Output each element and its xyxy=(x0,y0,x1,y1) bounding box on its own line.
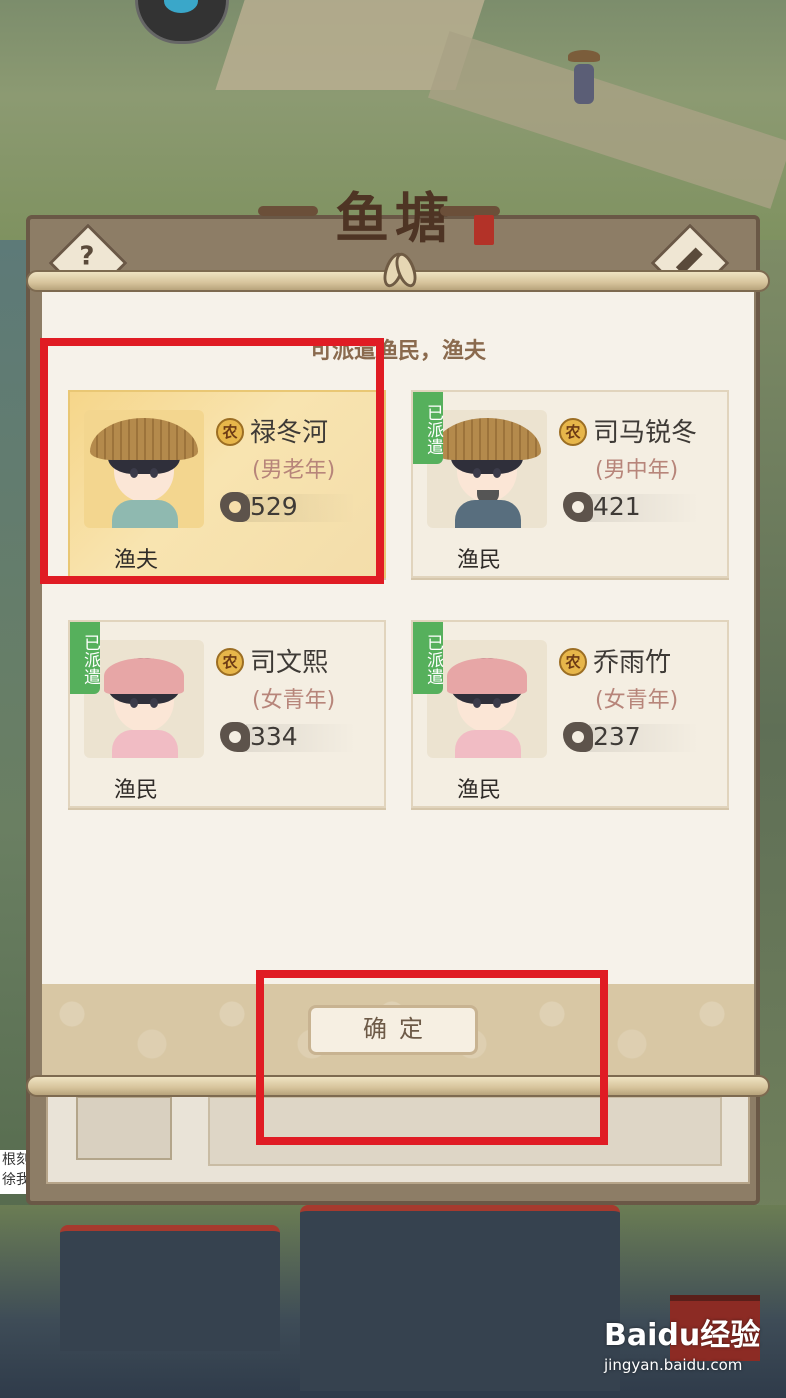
help-icon: ? xyxy=(79,241,95,272)
watermark-logo: Baidu经验 xyxy=(604,1318,761,1353)
nong-badge-icon: 农 xyxy=(559,418,587,446)
highlight-box-selected-card xyxy=(40,338,384,584)
dispatched-tag: 已派遣 xyxy=(413,622,443,694)
power-icon xyxy=(563,492,593,522)
worker-name: 司马锐冬 xyxy=(593,418,698,448)
worker-portrait xyxy=(427,410,547,528)
worker-name: 乔雨竹 xyxy=(593,648,672,678)
worker-card[interactable]: 已派遣 农 乔雨竹 (女青年) 237 渔民 xyxy=(411,620,729,808)
worker-card[interactable]: 已派遣 农 司马锐冬 (男中年) 421 渔民 xyxy=(411,390,729,578)
worker-portrait xyxy=(427,640,547,758)
worker-role: 渔民 xyxy=(114,778,159,803)
baidu-jingyan-watermark: Baidu经验 jingyan.baidu.com xyxy=(604,1310,784,1390)
title-swirl-left xyxy=(258,206,318,216)
knot-icon xyxy=(385,252,415,286)
power-icon xyxy=(563,722,593,752)
nong-badge-icon: 农 xyxy=(559,648,587,676)
worker-card[interactable]: 已派遣 农 司文熙 (女青年) 334 渔民 xyxy=(68,620,386,808)
worker-power: 334 xyxy=(250,722,298,751)
power-icon xyxy=(220,722,250,752)
watermark-url: jingyan.baidu.com xyxy=(604,1356,743,1374)
villager-sprite[interactable] xyxy=(566,50,602,110)
worker-portrait xyxy=(84,640,204,758)
worker-name: 司文熙 xyxy=(250,648,329,678)
dispatched-tag: 已派遣 xyxy=(413,392,443,464)
dispatched-tag: 已派遣 xyxy=(70,622,100,694)
worker-role: 渔民 xyxy=(457,778,502,803)
worker-role: 渔民 xyxy=(457,548,502,573)
title-seal-stamp xyxy=(474,215,494,245)
scene-right-edge xyxy=(758,240,786,1220)
highlight-box-confirm xyxy=(256,970,608,1145)
worker-power: 421 xyxy=(593,492,641,521)
worker-age: (男中年) xyxy=(595,458,679,483)
nong-badge-icon: 农 xyxy=(216,648,244,676)
worker-age: (女青年) xyxy=(595,688,679,713)
worker-power: 237 xyxy=(593,722,641,751)
worker-age: (女青年) xyxy=(252,688,336,713)
